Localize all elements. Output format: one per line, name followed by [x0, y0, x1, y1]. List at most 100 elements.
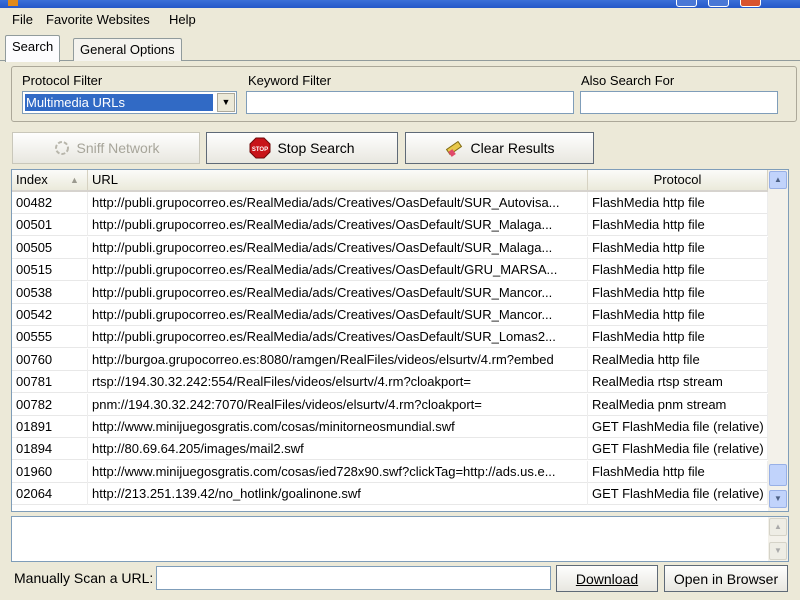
cell-index: 00760 [12, 348, 88, 371]
table-row[interactable]: 02064 http://213.251.139.42/no_hotlink/go… [12, 483, 768, 506]
cell-url: http://publi.grupocorreo.es/RealMedia/ad… [88, 214, 588, 237]
table-header: Index ▲ URL Protocol [12, 170, 768, 192]
cell-url: http://www.minijuegosgratis.com/cosas/ie… [88, 460, 588, 483]
cell-url: http://publi.grupocorreo.es/RealMedia/ad… [88, 236, 588, 259]
cell-protocol: FlashMedia http file [588, 236, 768, 259]
cell-protocol: FlashMedia http file [588, 259, 768, 282]
table-row[interactable]: 00538 http://publi.grupocorreo.es/RealMed… [12, 281, 768, 304]
protocol-filter-value: Multimedia URLs [25, 94, 213, 111]
cell-protocol: GET FlashMedia file (relative) [588, 483, 768, 506]
table-row[interactable]: 00501 http://publi.grupocorreo.es/RealMed… [12, 214, 768, 237]
results-table: Index ▲ URL Protocol 00482 http://publi.g… [11, 169, 789, 512]
tab-search[interactable]: Search [5, 35, 61, 62]
table-row[interactable]: 01894 http://80.69.64.205/images/mail2.sw… [12, 438, 768, 461]
sniff-network-button[interactable]: Sniff Network [12, 132, 200, 164]
table-row[interactable]: 00555 http://publi.grupocorreo.es/RealMed… [12, 326, 768, 349]
cell-url: http://213.251.139.42/no_hotlink/goalino… [88, 483, 588, 506]
table-row[interactable]: 00515 http://publi.grupocorreo.es/RealMed… [12, 259, 768, 282]
clear-results-button[interactable]: Clear Results [405, 132, 594, 164]
cell-url: http://80.69.64.205/images/mail2.swf [88, 438, 588, 461]
cell-url: rtsp://194.30.32.242:554/RealFiles/video… [88, 371, 588, 394]
menu-favorite-websites[interactable]: Favorite Websites [46, 12, 150, 27]
cell-url: http://publi.grupocorreo.es/RealMedia/ad… [88, 326, 588, 349]
cell-index: 00781 [12, 371, 88, 394]
network-icon [53, 140, 71, 156]
cell-index: 00542 [12, 304, 88, 326]
chevron-down-icon[interactable]: ▼ [217, 93, 235, 112]
cell-index: 00501 [12, 214, 88, 237]
details-scrollbar[interactable]: ▲ ▼ [768, 517, 788, 561]
cell-index: 00482 [12, 192, 88, 214]
table-row[interactable]: 00760 http://burgoa.grupocorreo.es:8080/r… [12, 348, 768, 371]
table-row[interactable]: 00542 http://publi.grupocorreo.es/RealMed… [12, 304, 768, 326]
table-row[interactable]: 00782 pnm://194.30.32.242:7070/RealFiles/… [12, 393, 768, 416]
cell-url: http://publi.grupocorreo.es/RealMedia/ad… [88, 192, 588, 214]
also-search-input[interactable] [580, 91, 778, 114]
table-scrollbar[interactable]: ▲ ▼ [768, 170, 788, 511]
table-row[interactable]: 00482 http://publi.grupocorreo.es/RealMed… [12, 192, 768, 214]
cell-protocol: FlashMedia http file [588, 304, 768, 326]
menu-help[interactable]: Help [169, 12, 196, 27]
open-in-browser-button[interactable]: Open in Browser [664, 565, 788, 592]
app-icon [8, 0, 18, 6]
table-row[interactable]: 00505 http://publi.grupocorreo.es/RealMed… [12, 236, 768, 259]
cell-protocol: RealMedia pnm stream [588, 393, 768, 416]
cell-index: 01894 [12, 438, 88, 461]
details-text-area[interactable]: ▲ ▼ [11, 516, 789, 562]
clear-results-label: Clear Results [470, 140, 555, 156]
column-header-url[interactable]: URL [88, 170, 588, 190]
cell-index: 01891 [12, 416, 88, 438]
cell-protocol: GET FlashMedia file (relative) [588, 438, 768, 461]
cell-index: 00505 [12, 236, 88, 259]
table-row[interactable]: 00781 rtsp://194.30.32.242:554/RealFiles/… [12, 371, 768, 394]
stop-icon: STOP [249, 137, 271, 159]
svg-text:STOP: STOP [252, 147, 268, 153]
cell-index: 02064 [12, 483, 88, 506]
protocol-filter-select[interactable]: Multimedia URLs ▼ [22, 91, 237, 114]
cell-url: http://publi.grupocorreo.es/RealMedia/ad… [88, 281, 588, 304]
cell-url: http://publi.grupocorreo.es/RealMedia/ad… [88, 259, 588, 282]
sort-ascending-icon: ▲ [70, 175, 79, 185]
cell-index: 00538 [12, 281, 88, 304]
manual-scan-url-input[interactable] [156, 566, 551, 590]
maximize-button[interactable] [708, 0, 729, 7]
cell-protocol: FlashMedia http file [588, 326, 768, 349]
cell-index: 00782 [12, 393, 88, 416]
manual-scan-label: Manually Scan a URL: [14, 570, 154, 586]
keyword-filter-input[interactable] [246, 91, 574, 114]
minimize-button[interactable] [676, 0, 697, 7]
cell-protocol: GET FlashMedia file (relative) [588, 416, 768, 438]
scroll-up-icon[interactable]: ▲ [769, 171, 787, 189]
cell-protocol: FlashMedia http file [588, 214, 768, 237]
open-in-browser-label: Open in Browser [673, 570, 779, 587]
download-label: Download [575, 570, 639, 587]
cell-url: pnm://194.30.32.242:7070/RealFiles/video… [88, 393, 588, 416]
stop-search-label: Stop Search [277, 140, 355, 156]
menu-bar: File Favorite Websites Help [0, 8, 800, 32]
close-button[interactable] [740, 0, 761, 7]
scroll-down-icon[interactable]: ▼ [769, 490, 787, 508]
stop-search-button[interactable]: STOP Stop Search [206, 132, 398, 164]
table-row[interactable]: 01891 http://www.minijuegosgratis.com/cos… [12, 416, 768, 438]
menu-file[interactable]: File [12, 12, 33, 27]
scroll-up-icon[interactable]: ▲ [769, 518, 787, 536]
column-header-protocol[interactable]: Protocol [588, 170, 768, 190]
download-button[interactable]: Download [556, 565, 658, 592]
cell-index: 00515 [12, 259, 88, 282]
cell-protocol: RealMedia rtsp stream [588, 371, 768, 394]
also-search-label: Also Search For [581, 73, 675, 88]
scroll-down-icon[interactable]: ▼ [769, 542, 787, 560]
cell-url: http://www.minijuegosgratis.com/cosas/mi… [88, 416, 588, 438]
column-index-label: Index [16, 172, 48, 187]
protocol-filter-label: Protocol Filter [22, 73, 103, 88]
cell-protocol: RealMedia http file [588, 348, 768, 371]
table-row[interactable]: 01960 http://www.minijuegosgratis.com/cos… [12, 460, 768, 483]
eraser-icon [444, 139, 464, 157]
cell-protocol: FlashMedia http file [588, 281, 768, 304]
column-header-index[interactable]: Index ▲ [12, 170, 88, 190]
tab-general-options[interactable]: General Options [73, 38, 182, 61]
scroll-thumb[interactable] [769, 464, 787, 486]
cell-index: 00555 [12, 326, 88, 349]
keyword-filter-label: Keyword Filter [248, 73, 332, 88]
sniff-network-label: Sniff Network [76, 140, 160, 156]
